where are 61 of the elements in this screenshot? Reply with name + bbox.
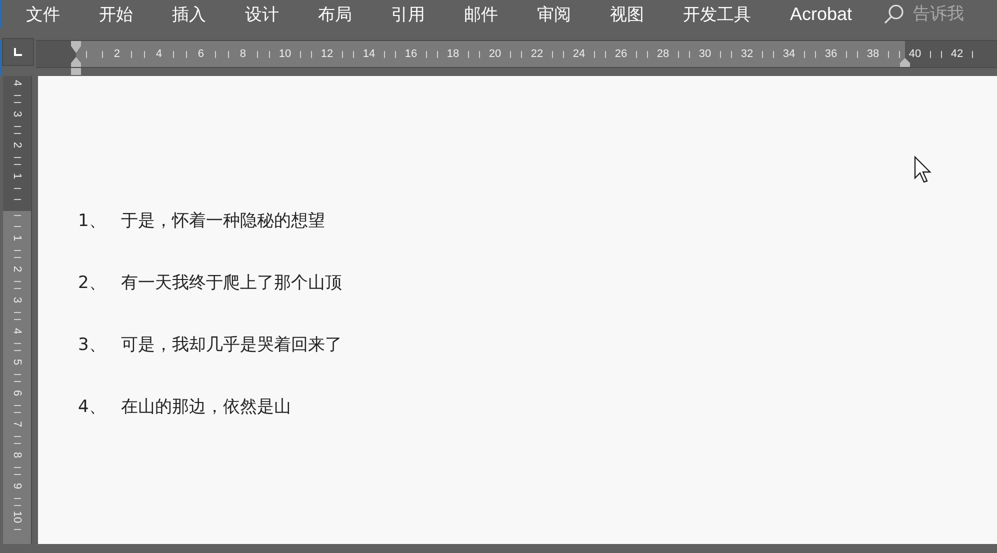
ruler-number: 26 — [614, 48, 628, 60]
ruler-number: 2 — [11, 142, 23, 149]
menu-tab[interactable]: 邮件 — [464, 2, 498, 26]
ruler-number: 38 — [866, 48, 880, 60]
list-text: 可是，我却几乎是哭着回来了 — [121, 334, 342, 356]
ruler-number: 4 — [11, 80, 23, 87]
ruler-number: 34 — [782, 48, 796, 60]
list-text: 于是，怀着一种隐秘的想望 — [121, 210, 325, 232]
tab-stop-icon — [13, 47, 23, 57]
mouse-pointer-icon — [914, 156, 934, 184]
ruler-number: 6 — [11, 390, 23, 397]
ruler-number: 4 — [11, 328, 23, 335]
ruler-number: 24 — [572, 48, 586, 60]
ruler-number: 9 — [11, 483, 23, 490]
ruler-number: 3 — [11, 111, 23, 118]
ruler-number: 22 — [530, 48, 544, 60]
ruler-number: 40 — [908, 48, 922, 60]
list-text: 在山的那边，依然是山 — [121, 396, 291, 418]
ruler-number: 2 — [114, 48, 120, 60]
ruler-number: 10 — [11, 511, 23, 524]
menu-tab[interactable]: 设计 — [245, 2, 279, 26]
search-icon — [883, 3, 906, 25]
list-number: 1、 — [78, 210, 107, 232]
menu-tab[interactable]: 布局 — [318, 2, 352, 26]
menu-tab[interactable]: 插入 — [172, 2, 206, 26]
ruler-number: 12 — [320, 48, 334, 60]
ruler-number: 18 — [446, 48, 460, 60]
menu-tab[interactable]: 文件 — [26, 2, 60, 26]
tab-selector-button[interactable] — [2, 38, 34, 66]
list-number: 3、 — [78, 334, 107, 356]
list-number: 2、 — [78, 272, 107, 294]
menu-tab[interactable]: Acrobat — [790, 4, 852, 24]
ruler-number: 3 — [11, 297, 23, 304]
list-text: 有一天我终于爬上了那个山顶 — [121, 272, 342, 294]
menu-tab[interactable]: 引用 — [391, 2, 425, 26]
search-field[interactable]: 告诉我 — [913, 4, 976, 24]
ruler-number: 1 — [11, 235, 23, 242]
ruler-number: 32 — [740, 48, 754, 60]
ruler-number: 42 — [950, 48, 964, 60]
ruler-number: 8 — [11, 452, 23, 459]
ruler-number: 28 — [656, 48, 670, 60]
list-number: 4、 — [78, 396, 107, 418]
menu-tab[interactable]: 审阅 — [537, 2, 571, 26]
ruler-number: 5 — [11, 359, 23, 366]
ruler-number: 7 — [11, 421, 23, 428]
ruler-number: 20 — [488, 48, 502, 60]
menu-tab[interactable]: 视图 — [610, 2, 644, 26]
indent-marker-icon[interactable] — [70, 41, 82, 75]
ruler-number: 36 — [824, 48, 838, 60]
ruler-number: 6 — [198, 48, 204, 60]
ruler-number: 10 — [278, 48, 292, 60]
ruler-number: 30 — [698, 48, 712, 60]
ruler-number: 14 — [362, 48, 376, 60]
menu-tab[interactable]: 开发工具 — [683, 2, 751, 26]
ruler-number: 4 — [156, 48, 162, 60]
ruler-number: 1 — [11, 173, 23, 180]
ruler-number: 16 — [404, 48, 418, 60]
menu-tab[interactable]: 开始 — [99, 2, 133, 26]
right-indent-marker-icon[interactable] — [899, 58, 911, 67]
ruler-number: 2 — [11, 266, 23, 273]
ruler-number: 8 — [240, 48, 246, 60]
